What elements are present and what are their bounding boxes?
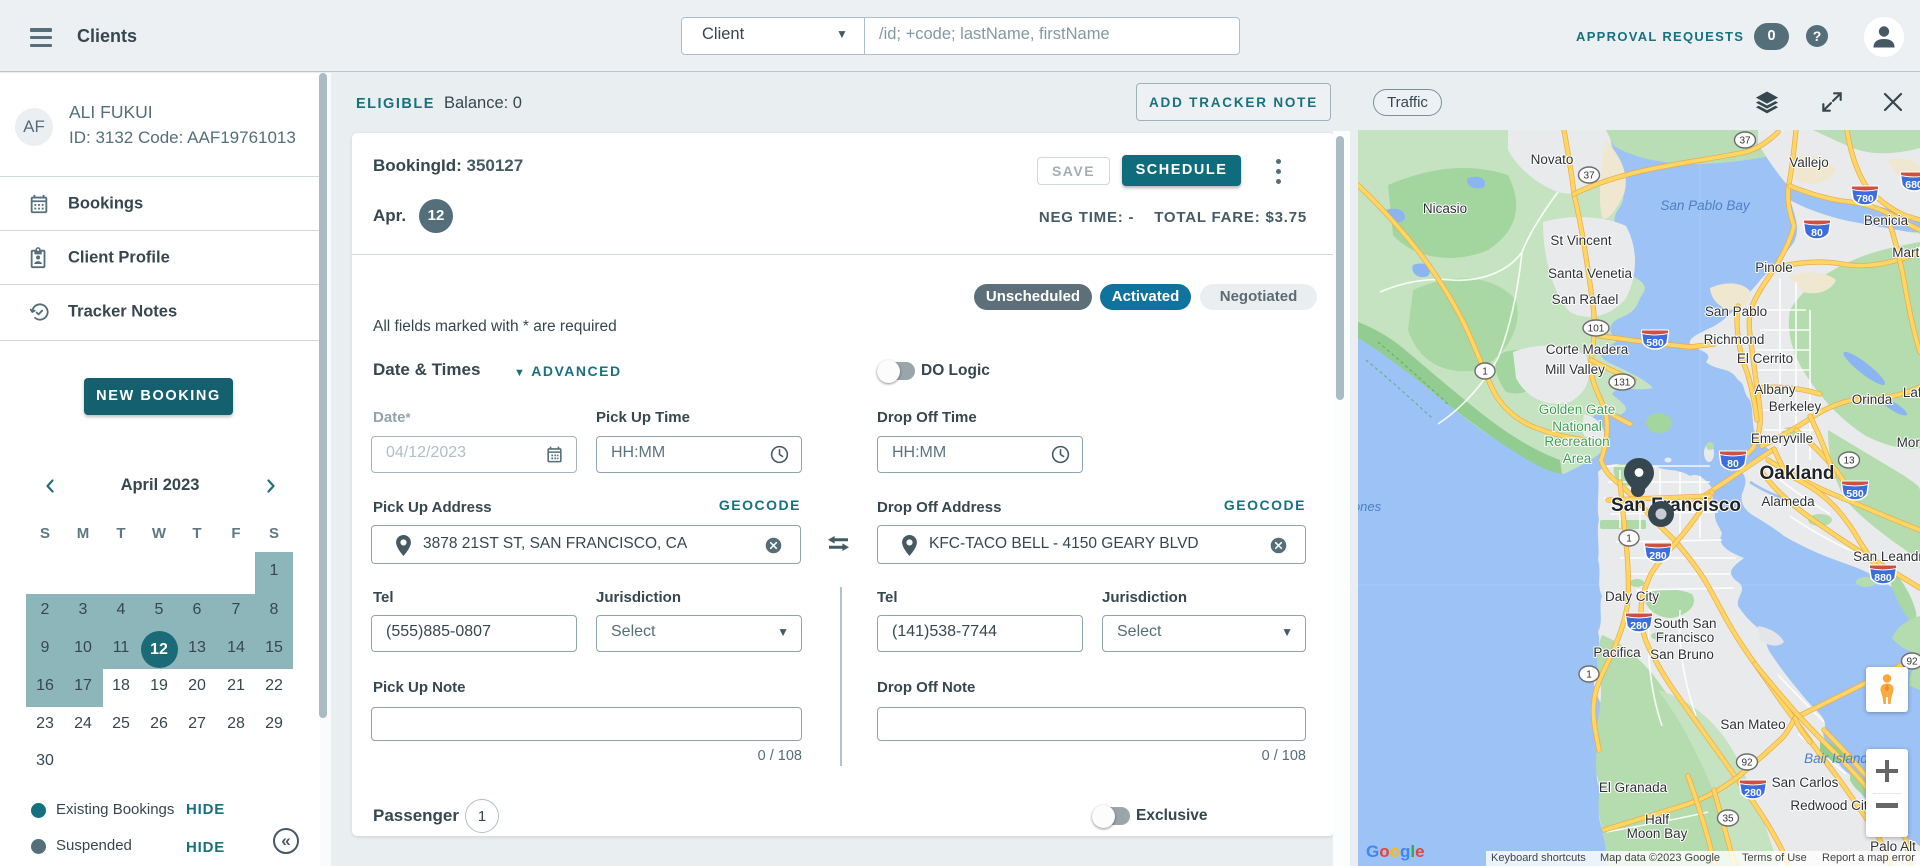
svg-text:Benicia: Benicia [1864, 213, 1909, 228]
svg-text:Lafa: Lafa [1903, 385, 1920, 400]
svg-text:National: National [1552, 419, 1602, 434]
svg-text:Daly City: Daly City [1605, 589, 1659, 604]
svg-text:280: 280 [1630, 620, 1648, 632]
svg-text:131: 131 [1614, 378, 1631, 389]
svg-text:13: 13 [1843, 456, 1855, 467]
svg-text:280: 280 [1744, 787, 1762, 799]
svg-text:Berkeley: Berkeley [1769, 399, 1822, 414]
svg-text:El Granada: El Granada [1599, 780, 1668, 795]
svg-text:Novato: Novato [1531, 152, 1574, 167]
svg-text:580: 580 [1646, 337, 1664, 349]
svg-text:Mora: Mora [1897, 435, 1920, 450]
svg-text:Pinole: Pinole [1755, 260, 1793, 275]
svg-text:Half: Half [1645, 812, 1669, 827]
svg-text:Richmond: Richmond [1704, 332, 1765, 347]
svg-text:San Francisco: San Francisco [1611, 495, 1741, 516]
svg-text:El Cerrito: El Cerrito [1737, 351, 1793, 366]
svg-text:580: 580 [1846, 488, 1864, 500]
svg-text:San Carlos: San Carlos [1772, 775, 1839, 790]
svg-text:Albany: Albany [1754, 382, 1796, 397]
svg-text:Pacifica: Pacifica [1593, 645, 1641, 660]
svg-text:880: 880 [1874, 572, 1892, 584]
svg-text:Oakland: Oakland [1760, 463, 1835, 484]
svg-text:ones: ones [1358, 499, 1382, 514]
svg-text:Nicasio: Nicasio [1423, 201, 1467, 216]
svg-text:San Rafael: San Rafael [1552, 292, 1619, 307]
svg-text:Francisco: Francisco [1656, 630, 1715, 645]
svg-text:Recreation: Recreation [1544, 434, 1609, 449]
svg-text:Martin: Martin [1892, 245, 1920, 260]
svg-text:Mill Valley: Mill Valley [1545, 362, 1605, 377]
svg-text:San Bruno: San Bruno [1650, 647, 1714, 662]
svg-text:Redwood Cit: Redwood Cit [1790, 798, 1868, 813]
svg-text:San Leandr: San Leandr [1853, 549, 1920, 564]
svg-text:Corte Madera: Corte Madera [1546, 342, 1629, 357]
svg-text:80: 80 [1811, 227, 1823, 239]
svg-text:92: 92 [1906, 657, 1918, 668]
svg-text:92: 92 [1741, 758, 1753, 769]
svg-text:St Vincent: St Vincent [1550, 233, 1612, 248]
svg-text:Santa Venetia: Santa Venetia [1548, 266, 1633, 281]
svg-text:35: 35 [1722, 814, 1734, 825]
svg-text:Emeryville: Emeryville [1751, 431, 1813, 446]
svg-text:1: 1 [1586, 670, 1592, 681]
svg-text:101: 101 [1588, 324, 1605, 335]
svg-text:Bair Island: Bair Island [1804, 751, 1868, 766]
svg-text:San Mateo: San Mateo [1720, 717, 1785, 732]
svg-text:780: 780 [1856, 193, 1874, 205]
svg-text:80: 80 [1727, 458, 1739, 470]
svg-text:Golden Gate: Golden Gate [1539, 402, 1616, 417]
svg-text:280: 280 [1649, 550, 1667, 562]
svg-text:San Pablo: San Pablo [1705, 304, 1767, 319]
svg-text:San Pablo Bay: San Pablo Bay [1660, 198, 1751, 213]
svg-text:Alameda: Alameda [1761, 494, 1815, 509]
svg-text:37: 37 [1583, 171, 1595, 182]
svg-text:Moon Bay: Moon Bay [1627, 826, 1688, 841]
svg-text:Area: Area [1563, 451, 1592, 466]
svg-text:1: 1 [1626, 534, 1632, 545]
svg-text:37: 37 [1739, 136, 1751, 147]
svg-text:South San: South San [1653, 616, 1716, 631]
svg-text:Vallejo: Vallejo [1789, 155, 1829, 170]
svg-text:1: 1 [1482, 367, 1488, 378]
svg-text:Orinda: Orinda [1852, 392, 1893, 407]
svg-text:680: 680 [1905, 179, 1920, 191]
